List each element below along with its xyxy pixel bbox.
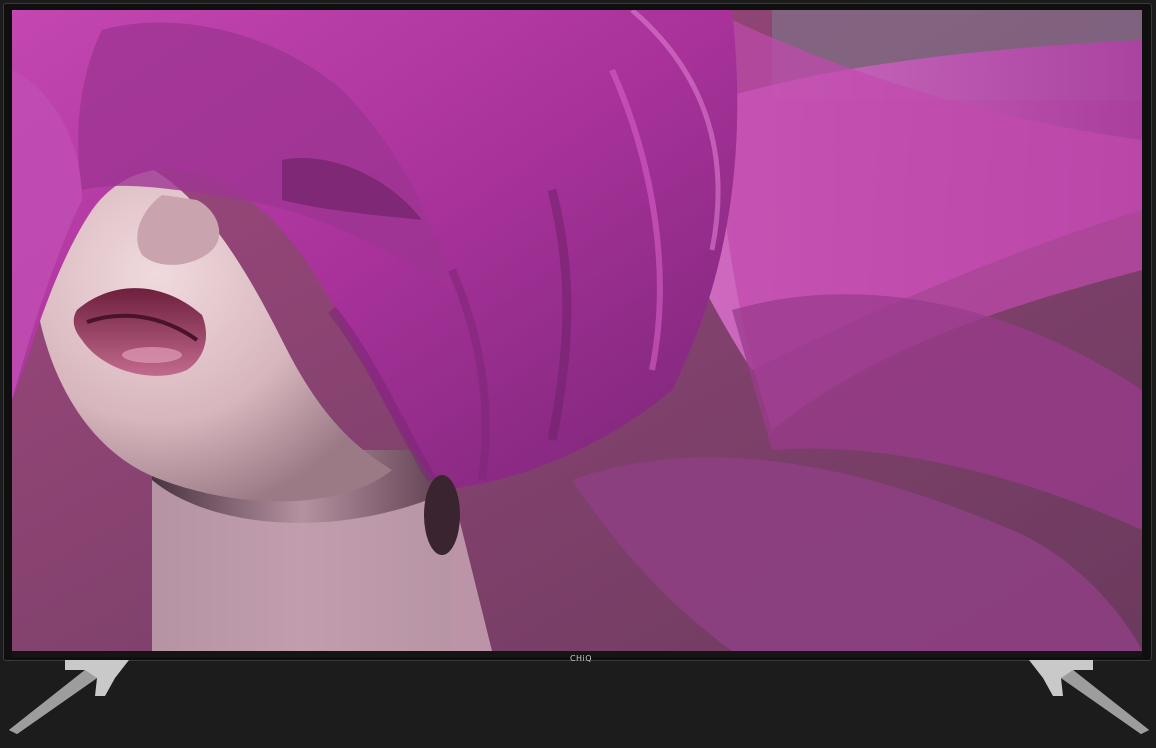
- product-display: CHiQ: [0, 0, 1156, 748]
- woman-with-magenta-veil-image: [12, 10, 1142, 651]
- brand-logo: CHiQ: [569, 654, 593, 663]
- tv-stand-foot-icon: [9, 660, 129, 734]
- left-stand: [5, 658, 145, 738]
- tv-screen: [12, 10, 1142, 651]
- television: CHiQ: [3, 3, 1152, 663]
- right-stand: [1013, 658, 1153, 738]
- tv-stand-foot-icon: [1029, 660, 1149, 734]
